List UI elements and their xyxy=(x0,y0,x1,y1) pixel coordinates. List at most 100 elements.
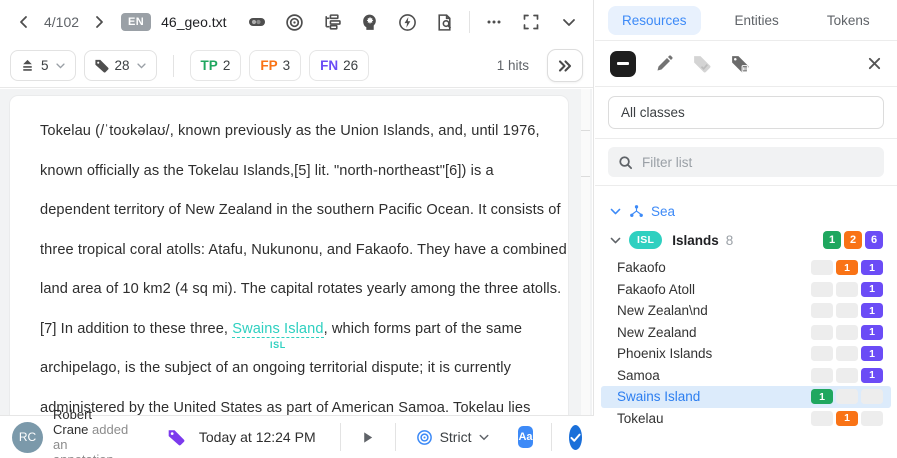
empty-badge-slot xyxy=(836,346,858,361)
class-filter-select[interactable]: All classes xyxy=(608,96,884,129)
empty-badge-slot xyxy=(836,325,858,340)
document-content: Tokelau (/ˈtoʊkəlaʊ/, known previously a… xyxy=(0,89,592,415)
list-item[interactable]: Fakaofo Atoll 1 xyxy=(601,279,891,301)
prev-document-button[interactable] xyxy=(10,7,38,37)
annotation-event-text: Robert Crane added an annotation xyxy=(53,407,129,458)
user-name: Robert Crane xyxy=(53,407,92,437)
text-display-icon[interactable]: Aa xyxy=(518,426,532,448)
side-panel-tools xyxy=(595,41,897,87)
tree-group-islands[interactable]: ISL Islands 8 126 xyxy=(601,223,891,257)
fullscreen-icon[interactable] xyxy=(517,7,545,37)
document-text: Tokelau (/ˈtoʊkəlaʊ/, known previously a… xyxy=(40,112,567,415)
entity-span[interactable]: Swains IslandISL xyxy=(232,321,323,338)
list-item[interactable]: Phoenix Islands 1 xyxy=(601,343,891,365)
annotations-icon[interactable] xyxy=(243,7,271,37)
annotation-tag-icon xyxy=(167,428,185,446)
filter-toolbar: 5 28 TP 2 FP 3 xyxy=(0,44,593,88)
list-item-badges: 1 xyxy=(811,325,883,340)
more-options-icon[interactable] xyxy=(480,7,508,37)
tp-count-badge: 1 xyxy=(811,389,833,404)
close-panel-icon[interactable] xyxy=(867,56,882,71)
class-filter-section: All classes xyxy=(595,87,897,139)
annotation-footer: RC Robert Crane added an annotation Toda… xyxy=(0,415,594,458)
page-indicator: 4/102 xyxy=(40,14,83,30)
false-positive-chip[interactable]: FP 3 xyxy=(249,50,301,81)
list-item[interactable]: New Zealand 1 xyxy=(601,322,891,344)
tab-tokens[interactable]: Tokens xyxy=(813,6,884,35)
list-item-badges: 1 xyxy=(811,303,883,318)
empty-badge-slot xyxy=(836,303,858,318)
language-badge: EN xyxy=(121,13,151,31)
search-document-icon[interactable] xyxy=(431,7,459,37)
list-item-label: New Zealan\nd xyxy=(617,303,708,318)
tp-total-badge: 1 xyxy=(823,231,841,249)
next-hit-button[interactable] xyxy=(547,49,583,82)
next-document-button[interactable] xyxy=(85,7,113,37)
fp-count-badge: 1 xyxy=(836,411,858,426)
list-item-label: Tokelau xyxy=(617,411,664,426)
entity-text: Swains Island xyxy=(232,321,323,337)
fn-total-badge: 6 xyxy=(865,231,883,249)
annotation-app: 4/102 EN 46_geo.txt xyxy=(0,0,897,458)
chevron-down-icon[interactable] xyxy=(609,205,622,218)
entity-tree: Sea ISL Islands 8 126 Fakaofo 11 Fakaofo… xyxy=(595,186,897,429)
true-positive-chip[interactable]: TP 2 xyxy=(190,50,242,81)
hierarchy-icon[interactable] xyxy=(318,7,346,37)
collapse-all-button[interactable] xyxy=(610,51,636,77)
fn-count-badge: 1 xyxy=(861,303,883,318)
tag-check-icon[interactable] xyxy=(692,54,711,73)
tree-items: Fakaofo 11 Fakaofo Atoll 1 New Zealan\nd… xyxy=(601,257,891,429)
fn-count-badge: 1 xyxy=(861,260,883,275)
lightning-icon[interactable] xyxy=(393,7,421,37)
tree-group-sea[interactable]: Sea xyxy=(601,200,891,223)
ai-head-icon[interactable] xyxy=(355,7,383,37)
tag-delete-icon[interactable] xyxy=(730,54,749,73)
fn-label: FN xyxy=(320,58,338,73)
list-item[interactable]: Fakaofo 11 xyxy=(601,257,891,279)
match-mode-dropdown[interactable]: Strict xyxy=(406,429,501,446)
list-item[interactable]: Samoa 1 xyxy=(601,365,891,387)
list-item[interactable]: Swains Island 1 xyxy=(601,386,891,408)
empty-badge-slot xyxy=(811,411,833,426)
sea-group-label: Sea xyxy=(651,204,675,219)
chevron-down-icon[interactable] xyxy=(609,234,622,247)
approve-button[interactable] xyxy=(569,425,582,450)
false-negative-chip[interactable]: FN 26 xyxy=(309,50,369,81)
play-button[interactable] xyxy=(350,430,385,445)
tab-entities[interactable]: Entities xyxy=(721,6,793,35)
fn-count-badge: 1 xyxy=(861,346,883,361)
sitemap-icon xyxy=(629,204,644,219)
document-card: Tokelau (/ˈtoʊkəlaʊ/, known previously a… xyxy=(10,96,568,415)
collapse-toolbar-icon[interactable] xyxy=(555,7,583,37)
search-section: Filter list xyxy=(595,139,897,186)
tags-dropdown[interactable]: 28 xyxy=(84,50,157,81)
filter-list-placeholder: Filter list xyxy=(642,155,692,170)
filter-list-input[interactable]: Filter list xyxy=(608,147,884,177)
document-toolbar: 4/102 EN 46_geo.txt xyxy=(0,0,593,44)
tp-label: TP xyxy=(201,58,218,73)
list-item[interactable]: Tokelau 1 xyxy=(601,408,891,430)
levels-dropdown[interactable]: 5 xyxy=(10,50,76,81)
target-icon[interactable] xyxy=(280,7,308,37)
chevron-down-icon xyxy=(478,431,490,443)
entity-label: ISL xyxy=(270,340,286,350)
tags-value: 28 xyxy=(115,58,130,73)
filename-label: 46_geo.txt xyxy=(161,14,226,30)
list-item-badges: 1 xyxy=(811,389,883,404)
avatar: RC xyxy=(12,422,43,453)
tab-resources[interactable]: Resources xyxy=(608,6,701,35)
edit-icon[interactable] xyxy=(655,55,673,73)
search-icon xyxy=(618,155,633,170)
scroll-marker xyxy=(581,130,590,131)
list-item[interactable]: New Zealan\nd 1 xyxy=(601,300,891,322)
list-item-label: Fakaofo Atoll xyxy=(617,282,695,297)
scrollbar[interactable] xyxy=(581,89,590,415)
chevron-down-icon xyxy=(55,60,66,71)
empty-badge-slot xyxy=(861,411,883,426)
empty-badge-slot xyxy=(836,368,858,383)
match-mode-value: Strict xyxy=(440,429,472,445)
list-item-badges: 1 xyxy=(811,411,883,426)
text-before-entity: Tokelau (/ˈtoʊkəlaʊ/, known previously a… xyxy=(40,123,567,337)
list-item-badges: 11 xyxy=(811,260,883,275)
islands-group-badges: 126 xyxy=(823,231,883,249)
